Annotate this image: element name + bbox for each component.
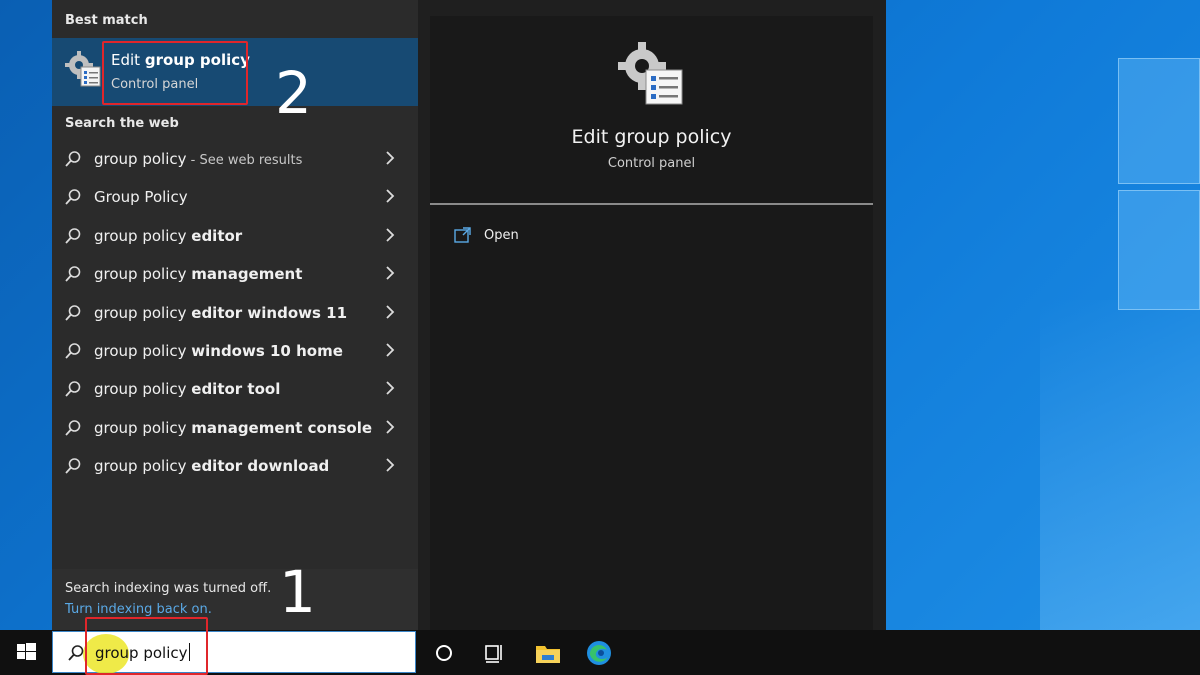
search-icon	[65, 151, 81, 167]
file-explorer-icon[interactable]	[533, 638, 563, 668]
detail-title: Edit group policy	[571, 126, 732, 148]
web-result-bold: management	[191, 265, 303, 284]
turn-indexing-on-link[interactable]: Turn indexing back on.	[65, 602, 212, 617]
open-action[interactable]: Open	[454, 224, 654, 250]
group-policy-icon	[65, 51, 101, 87]
group-policy-icon	[618, 42, 683, 105]
task-view-icon[interactable]	[479, 638, 509, 668]
search-icon	[65, 189, 81, 205]
windows-start-icon	[17, 643, 36, 660]
web-result-suffix: - See web results	[186, 153, 303, 168]
web-result-item[interactable]: group policy editor tool	[52, 370, 418, 408]
chevron-right-icon	[386, 420, 395, 434]
web-result-item[interactable]: group policy - See web results	[52, 140, 418, 178]
web-result-label: group policy windows 10 home	[94, 342, 343, 360]
open-icon	[454, 227, 471, 243]
web-result-label: group policy editor tool	[94, 380, 280, 398]
detail-panel: Edit group policy Control panel Open	[430, 16, 873, 630]
search-icon	[65, 304, 81, 321]
web-result-label: group policy editor download	[94, 457, 329, 475]
taskbar-search-box[interactable]: group policy	[52, 617, 416, 675]
indexing-message: Search indexing was turned off.	[65, 581, 272, 596]
edge-icon[interactable]	[584, 638, 614, 668]
search-icon	[65, 381, 81, 397]
search-flyout: Best match Edit group policy Control pan…	[52, 0, 886, 630]
open-label: Open	[484, 228, 519, 243]
detail-subtitle: Control panel	[607, 156, 696, 171]
web-result-bold: editor windows 11	[191, 303, 348, 322]
chevron-right-icon	[386, 189, 395, 204]
web-result-text: group policy	[94, 341, 192, 360]
web-result-label: group policy management console	[94, 419, 372, 437]
annotation-highlight-box	[102, 41, 248, 105]
divider	[430, 203, 873, 205]
chevron-right-icon	[386, 304, 395, 319]
web-result-bold: editor download	[191, 457, 330, 476]
search-icon	[65, 227, 81, 244]
search-icon	[65, 266, 81, 282]
web-result-text: Group Policy	[94, 188, 188, 207]
web-result-item[interactable]: group policy windows 10 home	[52, 332, 418, 370]
web-result-label: group policy editor	[94, 227, 242, 245]
web-result-item[interactable]: group policy editor download	[52, 447, 418, 485]
web-result-text: group policy	[94, 418, 192, 437]
web-result-item[interactable]: group policy management console	[52, 409, 418, 447]
annotation-step-1: 1	[279, 558, 316, 626]
search-icon	[68, 645, 84, 661]
cortana-icon[interactable]	[429, 638, 459, 668]
annotation-step-2: 2	[275, 59, 312, 127]
chevron-right-icon	[386, 266, 395, 280]
web-result-label: group policy - See web results	[94, 150, 302, 168]
annotation-highlight-box	[85, 617, 208, 675]
web-result-text: group policy	[94, 265, 192, 284]
results-panel: Best match Edit group policy Control pan…	[52, 0, 418, 630]
web-result-bold: editor	[191, 226, 243, 245]
web-result-item[interactable]: Group Policy	[52, 178, 418, 216]
web-result-item[interactable]: group policy management	[52, 255, 418, 293]
web-result-text: group policy	[94, 150, 187, 168]
best-match-result[interactable]: Edit group policy Control panel	[52, 38, 418, 106]
chevron-right-icon	[386, 381, 395, 395]
chevron-right-icon	[386, 458, 395, 472]
search-web-heading: Search the web	[65, 116, 179, 131]
web-result-text: group policy	[94, 380, 192, 399]
web-result-item[interactable]: group policy editor	[52, 217, 418, 255]
web-result-label: group policy editor windows 11	[94, 304, 347, 322]
best-match-heading: Best match	[65, 13, 148, 28]
web-results-list: group policy - See web results Group Pol…	[52, 140, 418, 486]
desktop-light-beam	[1040, 300, 1200, 630]
taskbar: group policy	[0, 617, 1200, 675]
web-result-item[interactable]: group policy editor windows 11	[52, 294, 418, 332]
search-icon	[65, 343, 81, 359]
web-result-label: group policy management	[94, 265, 302, 283]
chevron-right-icon	[386, 343, 395, 357]
search-icon	[65, 419, 81, 436]
desktop-logo-pane	[1118, 190, 1200, 310]
chevron-right-icon	[386, 151, 395, 165]
web-result-bold: windows 10 home	[191, 341, 343, 360]
desktop-logo-pane	[1118, 58, 1200, 184]
search-icon	[65, 458, 81, 474]
chevron-right-icon	[386, 228, 395, 242]
start-button[interactable]	[0, 630, 52, 675]
web-result-bold: editor tool	[191, 380, 281, 399]
web-result-bold: management console	[191, 418, 373, 437]
web-result-text: group policy	[94, 226, 192, 245]
web-result-label: Group Policy	[94, 188, 188, 206]
web-result-text: group policy	[94, 457, 192, 476]
web-result-text: group policy	[94, 303, 192, 322]
